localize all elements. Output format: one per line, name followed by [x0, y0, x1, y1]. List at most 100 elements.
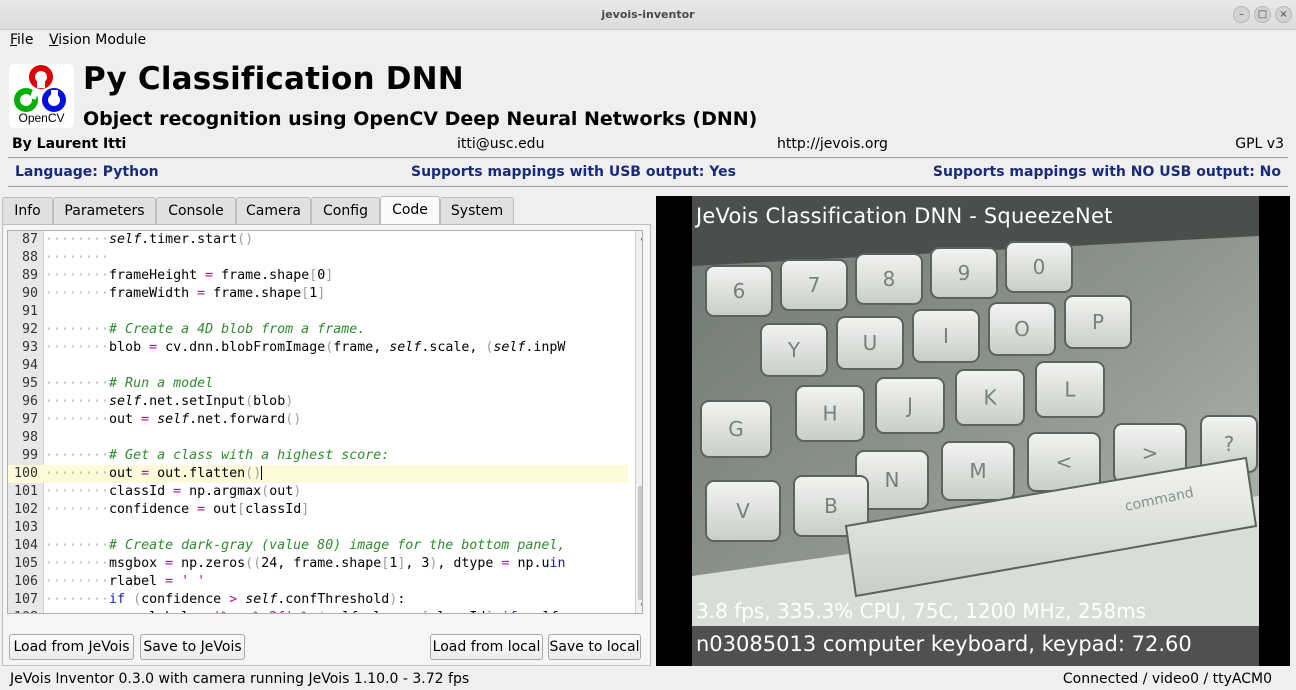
code-line[interactable]: 97 ········out = self.net.forward()	[8, 411, 628, 429]
module-title: Py Classification DNN	[83, 61, 464, 97]
module-author: By Laurent Itti	[12, 136, 127, 152]
code-line[interactable]: 91	[8, 303, 628, 321]
save-to-local-button[interactable]: Save to local	[548, 634, 641, 660]
keyboard-key-legend: H	[822, 402, 837, 426]
code-text: ········# Run a model	[45, 376, 214, 391]
code-line[interactable]: 95 ········# Run a model	[8, 375, 628, 393]
scrollbar-thumb[interactable]	[638, 486, 642, 600]
line-number: 107	[13, 592, 38, 607]
code-line[interactable]: 99 ········# Get a class with a highest s…	[8, 447, 628, 465]
module-email[interactable]: itti@usc.edu	[457, 136, 544, 152]
code-text: ········confidence = out[classId]	[45, 502, 310, 517]
menu-vision-mnemonic: V	[49, 32, 59, 48]
status-right: Connected / video0 / ttyACM0	[1062, 671, 1272, 687]
keyboard-key-legend: G	[728, 417, 744, 441]
code-text: ········# Create dark-gray (value 80) im…	[45, 538, 566, 553]
keyboard-key-legend: ?	[1224, 432, 1235, 456]
code-line[interactable]: 101 ········classId = np.argmax(out)	[8, 483, 628, 501]
scroll-down-icon[interactable]: ▼	[636, 599, 642, 613]
code-line[interactable]: 96 ········self.net.setInput(blob)	[8, 393, 628, 411]
code-line[interactable]: 93 ········blob = cv.dnn.blobFromImage(fr…	[8, 339, 628, 357]
code-editor[interactable]: 87 ········self.timer.start() 88 ········ 89…	[7, 230, 643, 614]
menu-file[interactable]: File	[10, 32, 33, 48]
keyboard-key-legend: V	[736, 499, 750, 523]
menu-vision-module[interactable]: Vision Module	[49, 32, 146, 48]
line-number: 102	[13, 502, 38, 517]
menu-file-label: ile	[17, 32, 34, 48]
keyboard-key-legend: M	[969, 459, 986, 483]
overlay-title: JeVois Classification DNN - SqueezeNet	[696, 204, 1113, 228]
code-text: ········self.timer.start()	[45, 232, 254, 247]
code-line[interactable]: 88 ········	[8, 249, 628, 267]
scroll-up-icon[interactable]: ▲	[636, 231, 642, 245]
keyboard-key-legend: 0	[1033, 255, 1046, 279]
code-line[interactable]: 104 ········# Create dark-gray (value 80)…	[8, 537, 628, 555]
code-line[interactable]: 92 ········# Create a 4D blob from a fram…	[8, 321, 628, 339]
window-titlebar: jevois-inventor – □ ×	[0, 0, 1296, 30]
maximize-icon[interactable]: □	[1254, 6, 1271, 23]
load-from-jevois-button[interactable]: Load from JeVois	[9, 634, 134, 660]
line-number: 94	[21, 358, 38, 373]
tab-camera[interactable]: Camera	[236, 197, 311, 224]
line-number: 88	[21, 250, 38, 265]
editor-vertical-scrollbar[interactable]: ▲ ▼	[635, 231, 642, 613]
line-number: 100	[13, 466, 38, 481]
code-text: ········msgbox = np.zeros((24, frame.sha…	[45, 556, 566, 571]
code-text: ········frameWidth = frame.shape[1]	[45, 286, 326, 301]
code-line[interactable]: 98	[8, 429, 628, 447]
tab-config[interactable]: Config	[311, 197, 380, 224]
header-divider-top	[8, 157, 1288, 158]
keyboard-key-legend: 8	[883, 267, 896, 291]
code-text: ········# Create a 4D blob from a frame.	[45, 322, 366, 337]
code-line[interactable]: 89 ········frameHeight = frame.shape[0]	[8, 267, 628, 285]
header-divider-bottom	[8, 186, 1288, 187]
keyboard-key-legend: O	[1014, 317, 1030, 341]
load-from-local-button[interactable]: Load from local	[430, 634, 543, 660]
tab-console[interactable]: Console	[156, 197, 236, 224]
code-line[interactable]: 94	[8, 357, 628, 375]
tab-system[interactable]: System	[440, 197, 514, 224]
code-line[interactable]: 102 ········confidence = out[classId]	[8, 501, 628, 519]
close-icon[interactable]: ×	[1275, 6, 1292, 23]
no-usb-output-support: Supports mappings with NO USB output: No	[932, 164, 1281, 180]
module-license: GPL v3	[1235, 136, 1284, 152]
status-bar: JeVois Inventor 0.3.0 with camera runnin…	[0, 669, 1296, 690]
keyboard-key-legend: J	[905, 394, 913, 418]
tab-info[interactable]: Info	[2, 197, 53, 224]
line-number: 98	[21, 430, 38, 445]
code-line[interactable]: 107 ········if (confidence > self.confThr…	[8, 591, 628, 609]
keyboard-key-legend: >	[1142, 441, 1159, 465]
overlay-result: n03085013 computer keyboard, keypad: 72.…	[696, 632, 1192, 656]
keyboard-key-legend: 6	[733, 279, 746, 303]
line-number: 95	[21, 376, 38, 391]
tab-code[interactable]: Code	[380, 196, 440, 225]
module-logo: OpenCV	[9, 64, 74, 128]
line-number: 90	[21, 286, 38, 301]
code-line[interactable]: 105 ········msgbox = np.zeros((24, frame.…	[8, 555, 628, 573]
line-number: 89	[21, 268, 38, 283]
code-line[interactable]: 87 ········self.timer.start()	[8, 231, 628, 249]
code-line[interactable]: 100 ········out = out.flatten()	[8, 465, 628, 483]
save-to-jevois-button[interactable]: Save to JeVois	[140, 634, 245, 660]
code-text: ········out = self.net.forward()	[45, 412, 302, 427]
keyboard-key-legend: K	[983, 386, 997, 410]
code-line[interactable]: 108 ············rlabel = '%s: %.2f' % (se…	[8, 609, 628, 613]
keyboard-key-legend: 7	[808, 273, 821, 297]
line-number: 104	[13, 538, 38, 553]
line-number: 106	[13, 574, 38, 589]
keyboard-key-legend: B	[824, 494, 838, 518]
code-text: ········if (confidence > self.confThresh…	[45, 592, 406, 607]
code-line[interactable]: 90 ········frameWidth = frame.shape[1]	[8, 285, 628, 303]
code-line[interactable]: 106 ········rlabel = ' '	[8, 573, 628, 591]
line-number: 96	[21, 394, 38, 409]
minimize-icon[interactable]: –	[1233, 6, 1250, 23]
tab-parameters[interactable]: Parameters	[53, 197, 156, 224]
module-website[interactable]: http://jevois.org	[777, 136, 888, 152]
code-text: ········blob = cv.dnn.blobFromImage(fram…	[45, 340, 566, 355]
code-text: ········frameHeight = frame.shape[0]	[45, 268, 334, 283]
code-line[interactable]: 103	[8, 519, 628, 537]
camera-video-view[interactable]: 6 7 8 9 0 Y U I O P H J K L G N M < > V B? command JeVois Cla…	[656, 196, 1290, 666]
logo-text: OpenCV	[18, 111, 65, 125]
keyboard-key-legend: 9	[958, 261, 971, 285]
keyboard-key-legend: L	[1064, 378, 1076, 402]
